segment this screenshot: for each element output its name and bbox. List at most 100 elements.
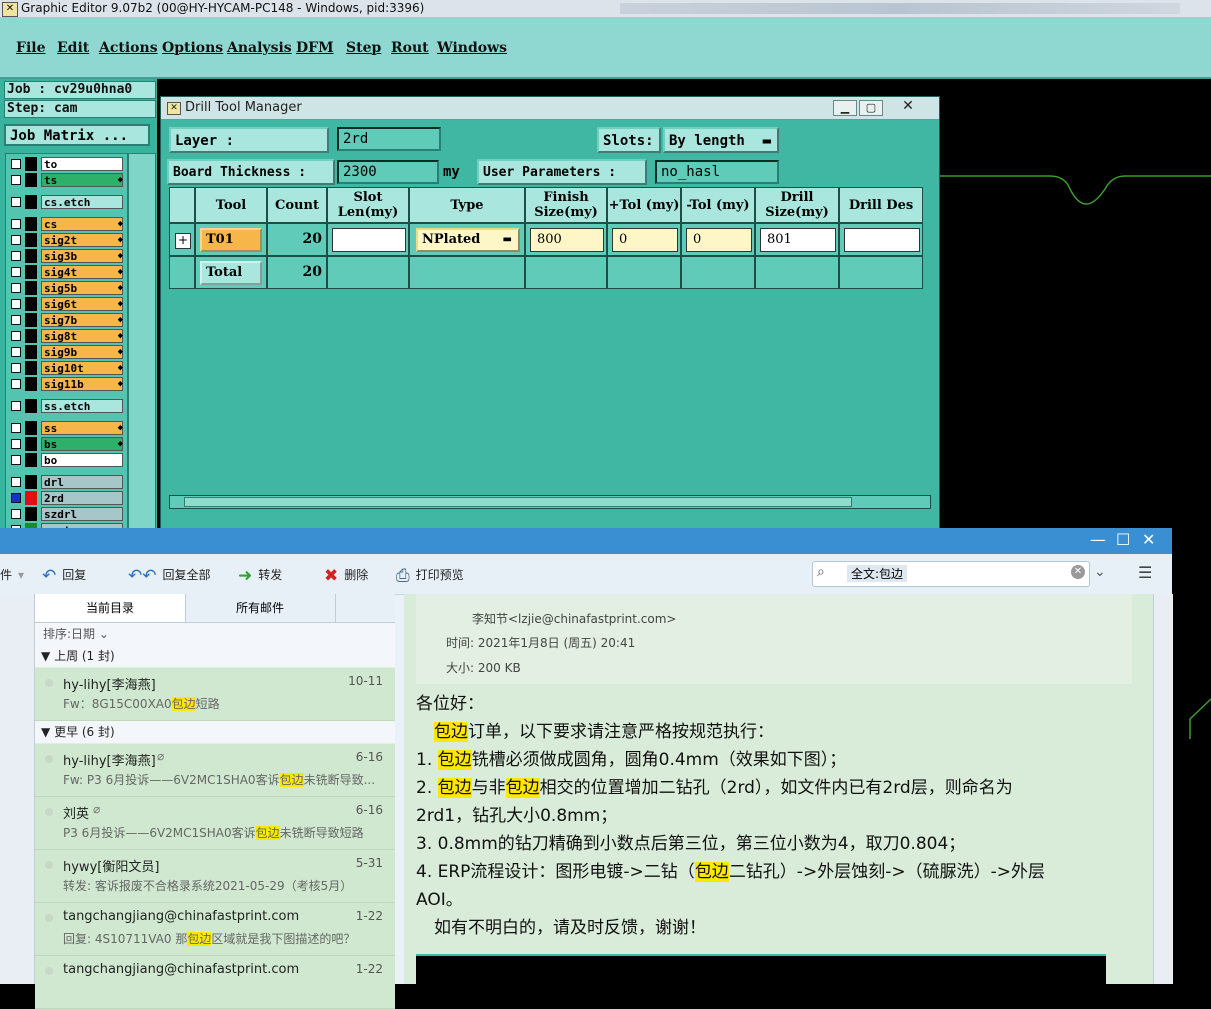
list-item[interactable]: 刘英 ⌀ 6-16 P3 6月投诉——6V2MC1SHA0客诉包边未铣断导致短路 xyxy=(35,797,395,850)
layer-row[interactable]: ss.etch xyxy=(7,399,125,413)
layer-row[interactable]: ss ◆ xyxy=(7,421,125,435)
layer-row[interactable]: sig6t ◆ xyxy=(7,297,125,311)
layer-checkbox[interactable] xyxy=(11,455,21,465)
delete-button[interactable]: ✖ 删除 xyxy=(324,565,368,586)
job-matrix-button[interactable]: Job Matrix ... xyxy=(4,124,150,146)
layer-checkbox[interactable] xyxy=(11,267,21,277)
clear-search-icon[interactable]: ✕ xyxy=(1071,565,1085,579)
print-preview-button[interactable]: ⎙ 打印预览 xyxy=(396,565,464,586)
layer-color-swatch[interactable] xyxy=(25,491,37,505)
layer-row[interactable]: 2rd xyxy=(7,491,125,505)
scroll-thumb[interactable] xyxy=(184,497,852,507)
minimize-icon[interactable]: ▁ xyxy=(833,100,857,116)
layer-checkbox[interactable] xyxy=(11,401,21,411)
layer-row[interactable]: sig8t ◆ xyxy=(7,329,125,343)
reply-button[interactable]: ↶ 回复 xyxy=(42,565,86,586)
layer-checkbox[interactable] xyxy=(11,439,21,449)
list-item[interactable]: hy-lihy[李海燕] 10-11 Fw：8G15C00XA0包边短路 xyxy=(35,668,395,721)
group-header[interactable]: ▼ 更早 (6 封) xyxy=(35,721,395,743)
user-params-button[interactable]: User Parameters : xyxy=(477,159,647,185)
layer-color-swatch[interactable] xyxy=(25,345,37,359)
layer-checkbox[interactable] xyxy=(11,493,21,503)
close-icon[interactable]: ✕ xyxy=(1142,530,1155,549)
layer-color-swatch[interactable] xyxy=(25,361,37,375)
layer-row[interactable]: sig5b ◆ xyxy=(7,281,125,295)
expand-icon[interactable]: + xyxy=(175,233,191,249)
maximize-icon[interactable]: ▢ xyxy=(859,100,883,116)
layer-row[interactable]: szdrl xyxy=(7,507,125,521)
layer-checkbox[interactable] xyxy=(11,283,21,293)
layer-color-swatch[interactable] xyxy=(25,453,37,467)
layer-color-swatch[interactable] xyxy=(25,281,37,295)
layer-row[interactable]: sig4t ◆ xyxy=(7,265,125,279)
layer-color-swatch[interactable] xyxy=(25,421,37,435)
list-item[interactable]: hywy[衡阳文员] 5-31 转发: 客诉报废不合格录系统2021-05-29… xyxy=(35,850,395,903)
menu-analysis[interactable]: Analysis xyxy=(227,40,292,56)
layer-row[interactable]: cs.etch xyxy=(7,195,125,209)
menu-step[interactable]: Step xyxy=(346,40,381,56)
drill-size-input[interactable]: 801 xyxy=(760,228,836,252)
forward-button[interactable]: ➜ 转发 xyxy=(238,565,282,586)
layer-row[interactable]: sig10t ◆ xyxy=(7,361,125,375)
layer-list-scrollbar[interactable] xyxy=(128,153,156,535)
menu-file[interactable]: File xyxy=(16,40,45,56)
layer-checkbox[interactable] xyxy=(11,235,21,245)
layer-row[interactable]: sig3b ◆ xyxy=(7,249,125,263)
layer-row[interactable]: to xyxy=(7,157,125,171)
layer-color-swatch[interactable] xyxy=(25,507,37,521)
layer-row[interactable]: bo xyxy=(7,453,125,467)
horizontal-scrollbar[interactable] xyxy=(169,495,931,509)
close-icon[interactable]: ✕ xyxy=(885,99,931,114)
layer-checkbox[interactable] xyxy=(11,299,21,309)
layer-color-swatch[interactable] xyxy=(25,233,37,247)
layer-checkbox[interactable] xyxy=(11,363,21,373)
menu-options[interactable]: Options xyxy=(162,40,223,56)
plus-tol-input[interactable]: 0 xyxy=(612,228,678,252)
menu-actions[interactable]: Actions xyxy=(99,40,158,56)
maximize-icon[interactable]: ☐ xyxy=(1116,530,1130,549)
layer-row[interactable]: cs ◆ xyxy=(7,217,125,231)
menu-windows[interactable]: Windows xyxy=(437,40,507,56)
layer-row[interactable]: bs ◆ xyxy=(7,437,125,451)
layer-checkbox[interactable] xyxy=(11,159,21,169)
menu-rout[interactable]: Rout xyxy=(391,40,429,56)
type-dropdown[interactable]: NPlated ▬ xyxy=(416,228,520,252)
layer-checkbox[interactable] xyxy=(11,379,21,389)
layer-row[interactable]: sig9b ◆ xyxy=(7,345,125,359)
layer-checkbox[interactable] xyxy=(11,197,21,207)
menu-edit[interactable]: Edit xyxy=(57,40,89,56)
layer-checkbox[interactable] xyxy=(11,315,21,325)
layer-row[interactable]: drl xyxy=(7,475,125,489)
layer-checkbox[interactable] xyxy=(11,331,21,341)
layer-color-swatch[interactable] xyxy=(25,249,37,263)
layer-checkbox[interactable] xyxy=(11,477,21,487)
sort-control[interactable]: 排序:日期 ⌄ xyxy=(35,623,395,645)
search-input[interactable]: ⌕ 全文:包边 ✕ xyxy=(812,561,1090,587)
list-item[interactable]: tangchangjiang@chinafastprint.com 1-22 xyxy=(35,956,395,1009)
layer-checkbox[interactable] xyxy=(11,175,21,185)
menu-dfm[interactable]: DFM xyxy=(296,40,334,56)
layer-color-swatch[interactable] xyxy=(25,377,37,391)
slots-dropdown[interactable]: By length ▬ xyxy=(663,127,779,153)
group-header[interactable]: ▼ 上周 (1 封) xyxy=(35,645,395,667)
tab-all-mail[interactable]: 所有邮件 xyxy=(185,594,336,622)
board-thickness-field[interactable]: 2300 xyxy=(337,160,439,184)
tool-button-t01[interactable]: T01 xyxy=(200,228,262,252)
minus-tol-input[interactable]: 0 xyxy=(686,228,752,252)
layer-row[interactable]: ts ◆ xyxy=(7,173,125,187)
mail-scrollbar[interactable] xyxy=(1153,594,1173,984)
reply-all-button[interactable]: ↶↶ 回复全部 xyxy=(128,565,211,586)
finish-size-input[interactable]: 800 xyxy=(530,228,604,252)
layer-color-swatch[interactable] xyxy=(25,173,37,187)
layer-field[interactable]: 2rd xyxy=(337,127,441,151)
layer-row[interactable]: sig11b ◆ xyxy=(7,377,125,391)
list-item[interactable]: tangchangjiang@chinafastprint.com 1-22 回… xyxy=(35,903,395,956)
list-item[interactable]: hy-lihy[李海燕] ⌀ 6-16 Fw: P3 6月投诉——6V2MC1S… xyxy=(35,744,395,797)
slot-len-input[interactable] xyxy=(332,228,406,252)
layer-color-swatch[interactable] xyxy=(25,399,37,413)
layer-color-swatch[interactable] xyxy=(25,265,37,279)
layer-checkbox[interactable] xyxy=(11,251,21,261)
tab-current-folder[interactable]: 当前目录 xyxy=(35,594,186,622)
drill-des-input[interactable] xyxy=(844,228,920,252)
layer-checkbox[interactable] xyxy=(11,423,21,433)
